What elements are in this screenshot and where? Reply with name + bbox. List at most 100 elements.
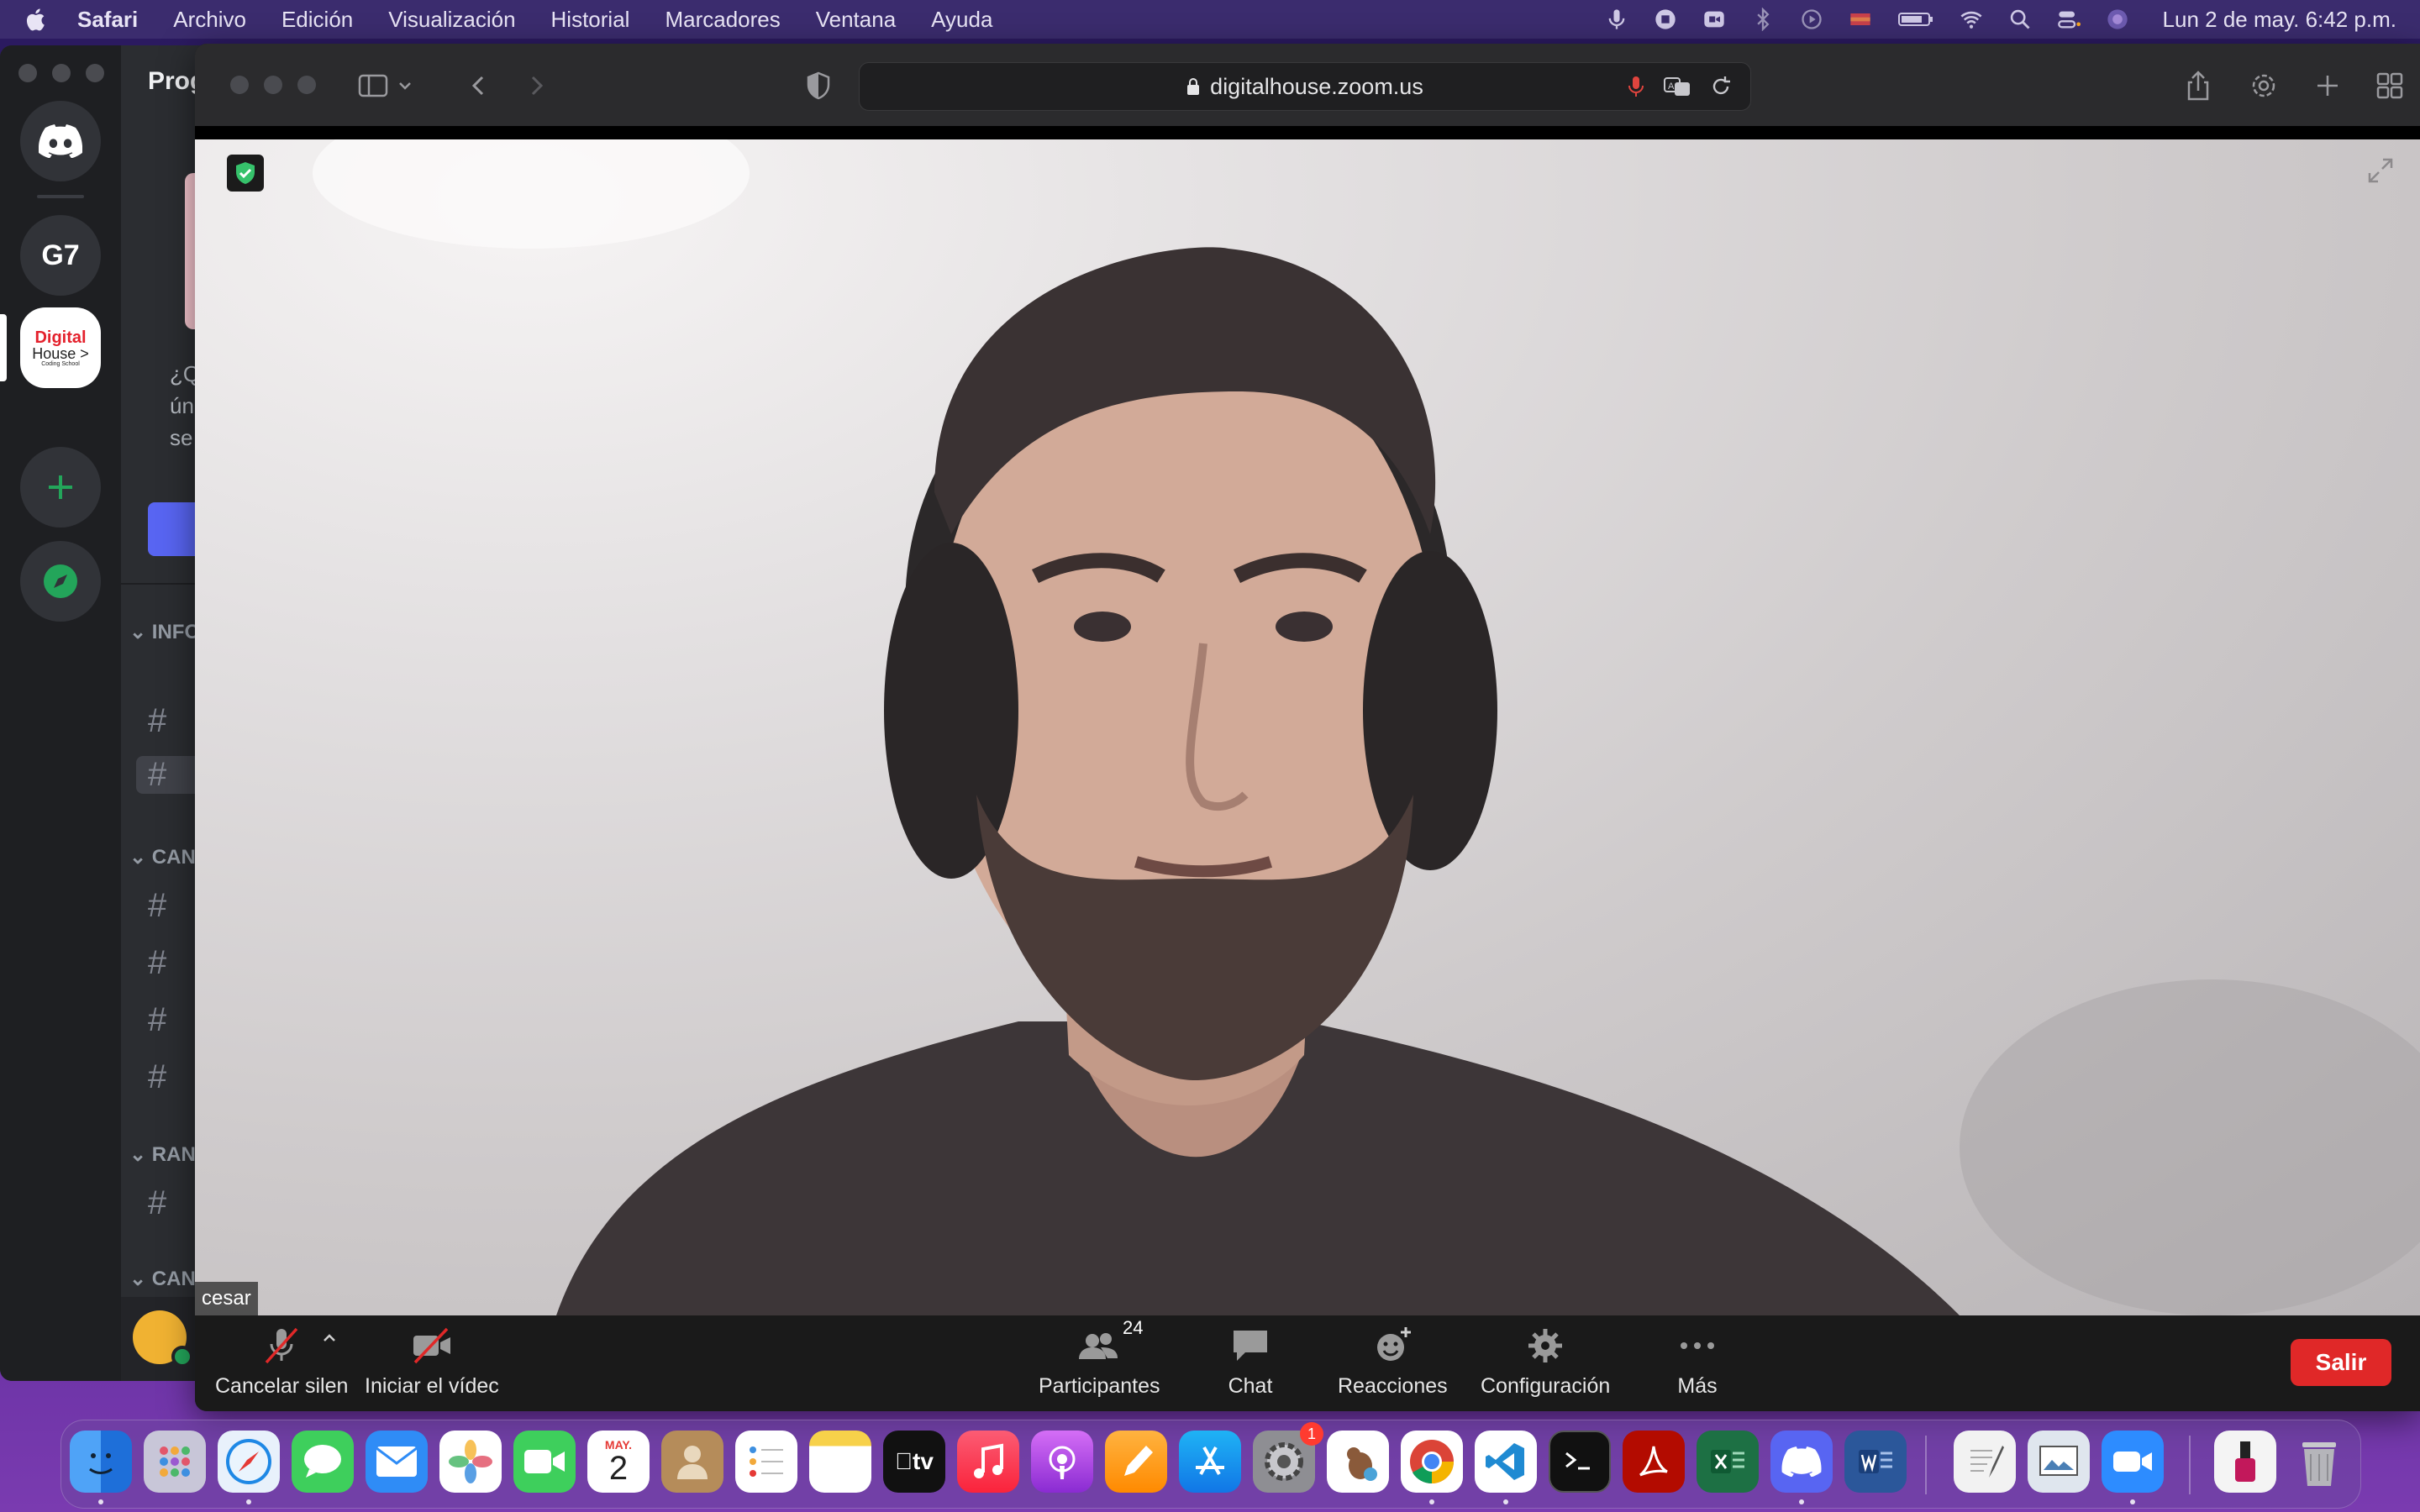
menu-ventana[interactable]: Ventana	[816, 7, 896, 33]
audio-options-chevron-icon[interactable]	[319, 1329, 339, 1346]
maximize-window-button[interactable]	[86, 64, 104, 82]
facetime-icon[interactable]	[513, 1431, 576, 1493]
channel-item[interactable]: #	[148, 1001, 166, 1039]
translate-icon[interactable]: A	[1663, 75, 1693, 98]
microphone-active-icon[interactable]	[1626, 75, 1646, 98]
start-video-button[interactable]: Iniciar el vídec	[365, 1324, 499, 1399]
notes-icon[interactable]	[809, 1431, 871, 1493]
screen-record-icon[interactable]	[1654, 8, 1677, 31]
menu-marcadores[interactable]: Marcadores	[665, 7, 780, 33]
photos-icon[interactable]	[439, 1431, 502, 1493]
channel-item-locked[interactable]: #	[148, 1058, 166, 1096]
reminders-icon[interactable]	[735, 1431, 797, 1493]
contacts-icon[interactable]	[661, 1431, 723, 1493]
keyboard-flag-icon[interactable]	[1849, 8, 1872, 31]
app-store-a-icon	[1196, 1446, 1224, 1475]
apple-logo-icon[interactable]	[24, 7, 47, 32]
control-center-icon[interactable]	[2057, 8, 2081, 31]
video-camera-icon	[2113, 1452, 2152, 1472]
battery-icon[interactable]	[1897, 8, 1934, 31]
checklist-icon	[750, 1446, 783, 1477]
black-strip	[195, 126, 2420, 139]
share-icon[interactable]	[2181, 69, 2215, 102]
acrobat-icon[interactable]	[1623, 1431, 1685, 1493]
tab-overview-icon[interactable]	[2373, 69, 2407, 102]
explore-servers-button[interactable]	[20, 541, 101, 622]
participant-video[interactable]: cesar	[195, 139, 2420, 1315]
settings-button[interactable]: Configuración	[1481, 1324, 1610, 1399]
channel-item[interactable]: #	[148, 887, 166, 925]
safari-app-icon[interactable]	[218, 1431, 280, 1493]
minimize-window-button[interactable]	[264, 76, 282, 94]
menu-visualizacion[interactable]: Visualización	[388, 7, 515, 33]
excel-icon[interactable]	[1697, 1431, 1759, 1493]
zoom-menubar-icon[interactable]	[1702, 8, 1726, 31]
guild-digital-house[interactable]: Digital House > Coding School	[20, 307, 101, 388]
channel-item[interactable]: #	[148, 1184, 166, 1222]
menu-archivo[interactable]: Archivo	[173, 7, 246, 33]
play-circle-icon[interactable]	[1800, 8, 1823, 31]
launchpad-icon[interactable]	[144, 1431, 206, 1493]
finder-icon[interactable]	[70, 1431, 132, 1493]
word-icon[interactable]	[1844, 1431, 1907, 1493]
wifi-icon[interactable]	[1960, 8, 1983, 31]
word-w-icon	[1859, 1450, 1892, 1473]
gear-icon[interactable]	[2247, 69, 2281, 102]
cheatsheet-icon[interactable]	[1327, 1431, 1389, 1493]
trash-icon[interactable]	[2288, 1431, 2350, 1493]
channel-item[interactable]: #	[148, 702, 166, 740]
chevron-down-icon[interactable]	[395, 69, 415, 102]
close-window-button[interactable]	[18, 64, 37, 82]
menu-app-name[interactable]: Safari	[77, 7, 138, 33]
maximize-window-button[interactable]	[297, 76, 316, 94]
music-icon[interactable]	[957, 1431, 1019, 1493]
channel-item[interactable]: #	[148, 944, 166, 982]
category-random[interactable]: ⌄ RANI	[129, 1142, 201, 1167]
reactions-button[interactable]: Reacciones	[1338, 1324, 1448, 1399]
bluetooth-icon[interactable]	[1751, 8, 1775, 31]
document-stack-icon[interactable]	[2214, 1431, 2276, 1493]
speech-bubble-icon	[304, 1445, 341, 1478]
chat-button[interactable]: Chat	[1227, 1324, 1274, 1399]
spotlight-search-icon[interactable]	[2008, 8, 2032, 31]
sidebar-toggle-icon[interactable]	[356, 69, 390, 102]
messages-icon[interactable]	[292, 1431, 354, 1493]
app-store-icon[interactable]	[1179, 1431, 1241, 1493]
calendar-icon[interactable]: MAY. 2	[587, 1431, 650, 1493]
add-server-button[interactable]	[20, 447, 101, 528]
back-arrow-icon[interactable]	[462, 69, 496, 102]
textedit-icon[interactable]	[1954, 1431, 2016, 1493]
close-window-button[interactable]	[230, 76, 249, 94]
chrome-icon[interactable]	[1401, 1431, 1463, 1493]
running-indicator	[246, 1499, 251, 1504]
reload-icon[interactable]	[1710, 75, 1732, 98]
apple-tv-icon[interactable]: tv	[883, 1431, 945, 1493]
more-button[interactable]: Más	[1674, 1324, 1721, 1399]
minimize-window-button[interactable]	[52, 64, 71, 82]
zoom-app-icon[interactable]	[2102, 1431, 2164, 1493]
vscode-icon[interactable]	[1475, 1431, 1537, 1493]
discord-app-icon[interactable]	[1770, 1431, 1833, 1493]
forward-arrow-icon[interactable]	[519, 69, 553, 102]
podcasts-icon[interactable]	[1031, 1431, 1093, 1493]
privacy-shield-icon[interactable]	[802, 69, 835, 102]
preview-icon[interactable]	[2028, 1431, 2090, 1493]
siri-icon[interactable]	[2106, 8, 2129, 31]
menubar-clock[interactable]: Lun 2 de may. 6:42 p.m.	[2163, 7, 2396, 33]
terminal-icon[interactable]	[1549, 1431, 1611, 1493]
safari-window: digitalhouse.zoom.us A cesar Cancelar si…	[195, 44, 2420, 1411]
fullscreen-expand-icon[interactable]	[2366, 156, 2395, 185]
leave-meeting-button[interactable]: Salir	[2291, 1339, 2391, 1386]
menu-edicion[interactable]: Edición	[281, 7, 353, 33]
menu-ayuda[interactable]: Ayuda	[931, 7, 992, 33]
category-info[interactable]: ⌄ INFO	[129, 620, 200, 644]
encryption-shield-badge[interactable]	[227, 155, 264, 192]
guild-g7[interactable]: G7	[20, 215, 101, 296]
pages-icon[interactable]	[1105, 1431, 1167, 1493]
mail-icon[interactable]	[366, 1431, 428, 1493]
menu-historial[interactable]: Historial	[551, 7, 630, 33]
microphone-icon[interactable]	[1605, 8, 1628, 31]
new-tab-plus-icon[interactable]	[2311, 69, 2344, 102]
url-bar[interactable]: digitalhouse.zoom.us A	[859, 62, 1751, 111]
discord-home-button[interactable]	[20, 101, 101, 181]
